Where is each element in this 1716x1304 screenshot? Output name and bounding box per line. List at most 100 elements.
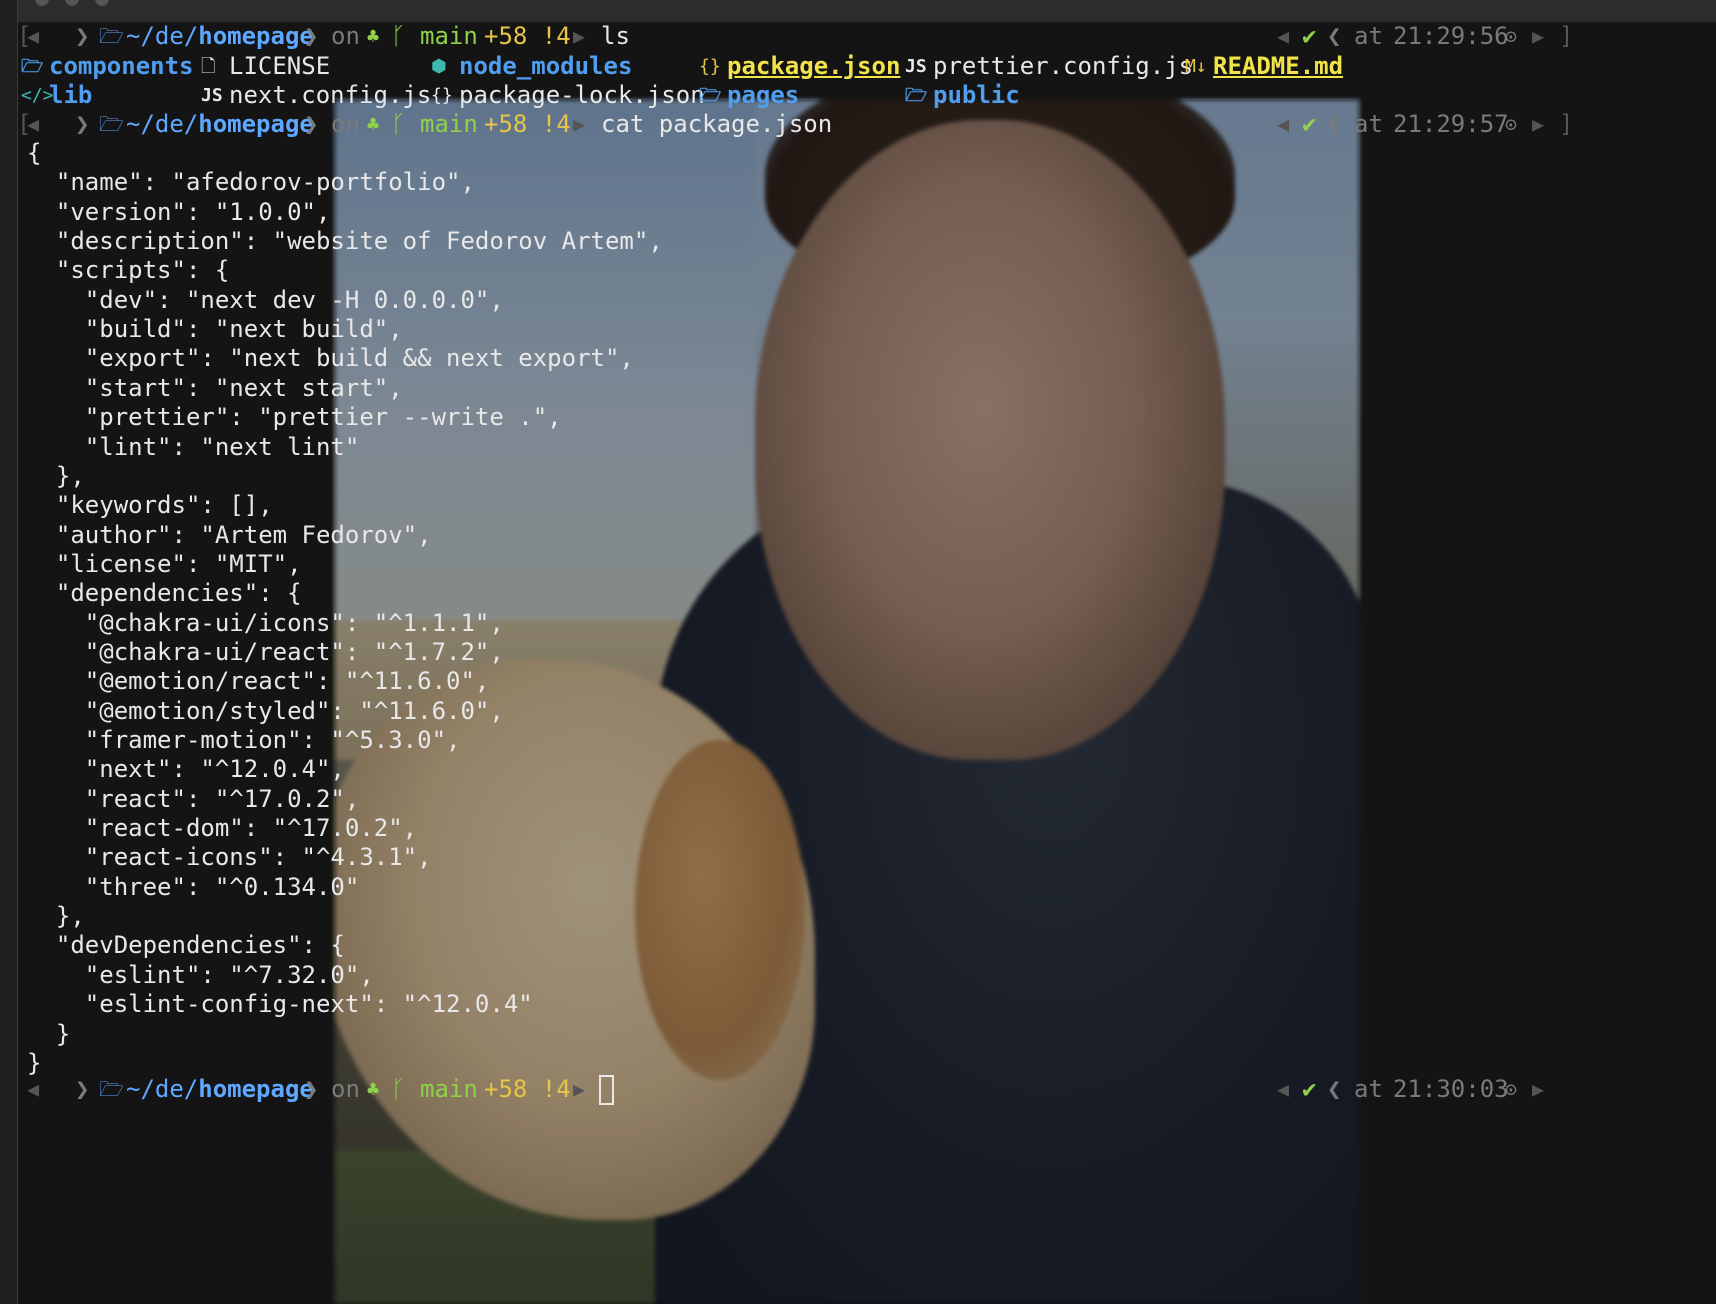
- prompt-on: on: [331, 110, 360, 138]
- folder-icon: 🗁: [99, 112, 124, 136]
- file-line: "scripts": {: [27, 256, 230, 285]
- file-line: },: [27, 461, 85, 490]
- segment-right-arrow-icon: ▶: [573, 24, 586, 48]
- terminal-output[interactable]: [ ◀ ❯ 🗁 ~/de/homepage ❯ on ♣ ᚴ main +58 …: [17, 0, 1716, 1304]
- prompt-branch: main: [420, 110, 478, 138]
- prompt-branch: main: [420, 22, 478, 50]
- node-icon: ⬢: [431, 56, 447, 77]
- segment-right-arrow-icon: ▶: [1532, 112, 1545, 136]
- list-item[interactable]: JS next.config.js: [201, 80, 431, 110]
- success-check-icon: ✔: [1302, 1075, 1317, 1103]
- file-line: "license": "MIT",: [27, 549, 302, 578]
- prompt-path: ~/de/homepage: [126, 110, 314, 138]
- json-braces-icon: {}: [431, 85, 453, 106]
- code-icon: </>: [21, 85, 54, 106]
- segment-left-arrow-icon: ◀: [27, 24, 40, 48]
- file-line: "keywords": [],: [27, 491, 273, 520]
- segment-left-arrow-icon: ◀: [1277, 24, 1290, 48]
- list-item[interactable]: 🗋 LICENSE: [201, 51, 330, 81]
- terminal-window[interactable]: [ ◀ ❯ 🗁 ~/de/homepage ❯ on ♣ ᚴ main +58 …: [17, 0, 1716, 1304]
- list-item[interactable]: M↓ README.md: [1185, 51, 1343, 81]
- file-line: "@emotion/styled": "^11.6.0",: [27, 696, 504, 725]
- file-line: "react-dom": "^17.0.2",: [27, 814, 418, 843]
- file-line: "dev": "next dev -H 0.0.0.0",: [27, 285, 504, 314]
- file-line: {: [27, 139, 42, 167]
- separator-chevron-icon: ❯: [75, 1075, 90, 1103]
- file-line: "build": "next build",: [27, 315, 403, 344]
- list-item[interactable]: 🗁 pages: [699, 80, 799, 110]
- js-icon: JS: [905, 56, 927, 77]
- folder-icon: 🗁: [21, 56, 44, 77]
- file-line: "prettier": "prettier --write .",: [27, 403, 562, 432]
- git-branch-icon: ᚴ: [391, 1075, 406, 1103]
- segment-left-arrow-icon: ◀: [27, 1077, 40, 1101]
- success-check-icon: ✔: [1302, 22, 1317, 50]
- prompt-line-3: ◀ ❯ 🗁 ~/de/homepage ❯ on ♣ ᚴ main +58 !4…: [17, 1074, 1716, 1105]
- file-line: "framer-motion": "^5.3.0",: [27, 726, 461, 754]
- text-cursor[interactable]: [599, 1075, 614, 1105]
- file-line: "@emotion/react": "^11.6.0",: [27, 667, 490, 696]
- command-text: ls: [601, 22, 630, 50]
- prompt-at: at: [1354, 1075, 1383, 1103]
- file-line: "eslint-config-next": "^12.0.4": [27, 990, 533, 1019]
- github-cat-icon: ♣: [367, 24, 380, 48]
- github-cat-icon: ♣: [367, 1077, 380, 1101]
- prompt-time: 21:30:03: [1393, 1075, 1509, 1103]
- prompt-git-status: +58 !4: [484, 1075, 571, 1103]
- list-item[interactable]: {} package-lock.json: [431, 80, 705, 110]
- list-item[interactable]: 🗁 public: [905, 80, 1020, 110]
- file-line: "react-icons": "^4.3.1",: [27, 843, 432, 872]
- list-item[interactable]: ⬢ node_modules: [431, 51, 632, 81]
- command-text: cat package.json: [601, 110, 833, 138]
- json-braces-icon: {}: [699, 56, 721, 77]
- prompt-on: on: [331, 22, 360, 50]
- prompt-at: at: [1354, 110, 1383, 138]
- file-line: "start": "next start",: [27, 373, 403, 402]
- github-cat-icon: ♣: [367, 112, 380, 136]
- prompt-git-status: +58 !4: [484, 110, 571, 138]
- list-item[interactable]: JS prettier.config.js: [905, 51, 1193, 81]
- prompt-on: on: [331, 1075, 360, 1103]
- list-item[interactable]: {} package.json: [699, 51, 900, 81]
- prompt-line-2: [ ◀ ❯ 🗁 ~/de/homepage ❯ on ♣ ᚴ main +58 …: [17, 110, 1574, 138]
- file-line: "devDependencies": {: [27, 931, 345, 960]
- file-line: "lint": "next lint": [27, 432, 360, 461]
- folder-icon: 🗁: [99, 24, 124, 48]
- segment-left-arrow-icon: ◀: [1277, 112, 1290, 136]
- git-branch-icon: ᚴ: [391, 22, 406, 50]
- segment-right-arrow-icon: ▶: [573, 1077, 586, 1101]
- success-check-icon: ✔: [1302, 110, 1317, 138]
- file-line: "next": "^12.0.4",: [27, 755, 345, 784]
- prompt-git-status: +58 !4: [484, 22, 571, 50]
- segment-left-arrow-icon: ◀: [27, 112, 40, 136]
- file-line: "version": "1.0.0",: [27, 197, 331, 226]
- document-icon: 🗋: [201, 56, 216, 77]
- segment-right-arrow-icon: ▶: [573, 112, 586, 136]
- segment-left-arrow-icon: ◀: [1277, 1077, 1290, 1101]
- file-line: }: [27, 1019, 71, 1048]
- prompt-time: 21:29:57: [1393, 110, 1509, 138]
- file-line: "export": "next build && next export",: [27, 344, 634, 373]
- separator-chevron-icon: ❮: [1327, 1075, 1342, 1103]
- segment-right-arrow-icon: ▶: [1532, 24, 1545, 48]
- prompt-time: 21:29:56: [1393, 22, 1509, 50]
- file-line: "@chakra-ui/icons": "^1.1.1",: [27, 608, 504, 637]
- folder-icon: 🗁: [99, 1077, 124, 1101]
- segment-right-arrow-icon: ▶: [1532, 1077, 1545, 1101]
- separator-chevron-icon: ❯: [75, 22, 90, 50]
- git-branch-icon: ᚴ: [391, 110, 406, 138]
- separator-chevron-icon: ❯: [304, 1075, 319, 1103]
- file-line: },: [27, 902, 85, 931]
- file-line: "@chakra-ui/react": "^1.7.2",: [27, 637, 504, 666]
- folder-icon: 🗁: [905, 85, 928, 106]
- file-line: "description": "website of Fedorov Artem…: [27, 227, 663, 256]
- list-item[interactable]: 🗁 components: [21, 51, 194, 81]
- js-icon: JS: [201, 85, 223, 106]
- clock-icon: ⊙: [1505, 24, 1518, 48]
- list-item[interactable]: </>lib: [21, 80, 92, 110]
- file-line: "react": "^17.0.2",: [27, 784, 360, 813]
- prompt-path: ~/de/homepage: [126, 22, 314, 50]
- clock-icon: ⊙: [1505, 1077, 1518, 1101]
- clock-icon: ⊙: [1505, 112, 1518, 136]
- file-line: "author": "Artem Fedorov",: [27, 520, 432, 549]
